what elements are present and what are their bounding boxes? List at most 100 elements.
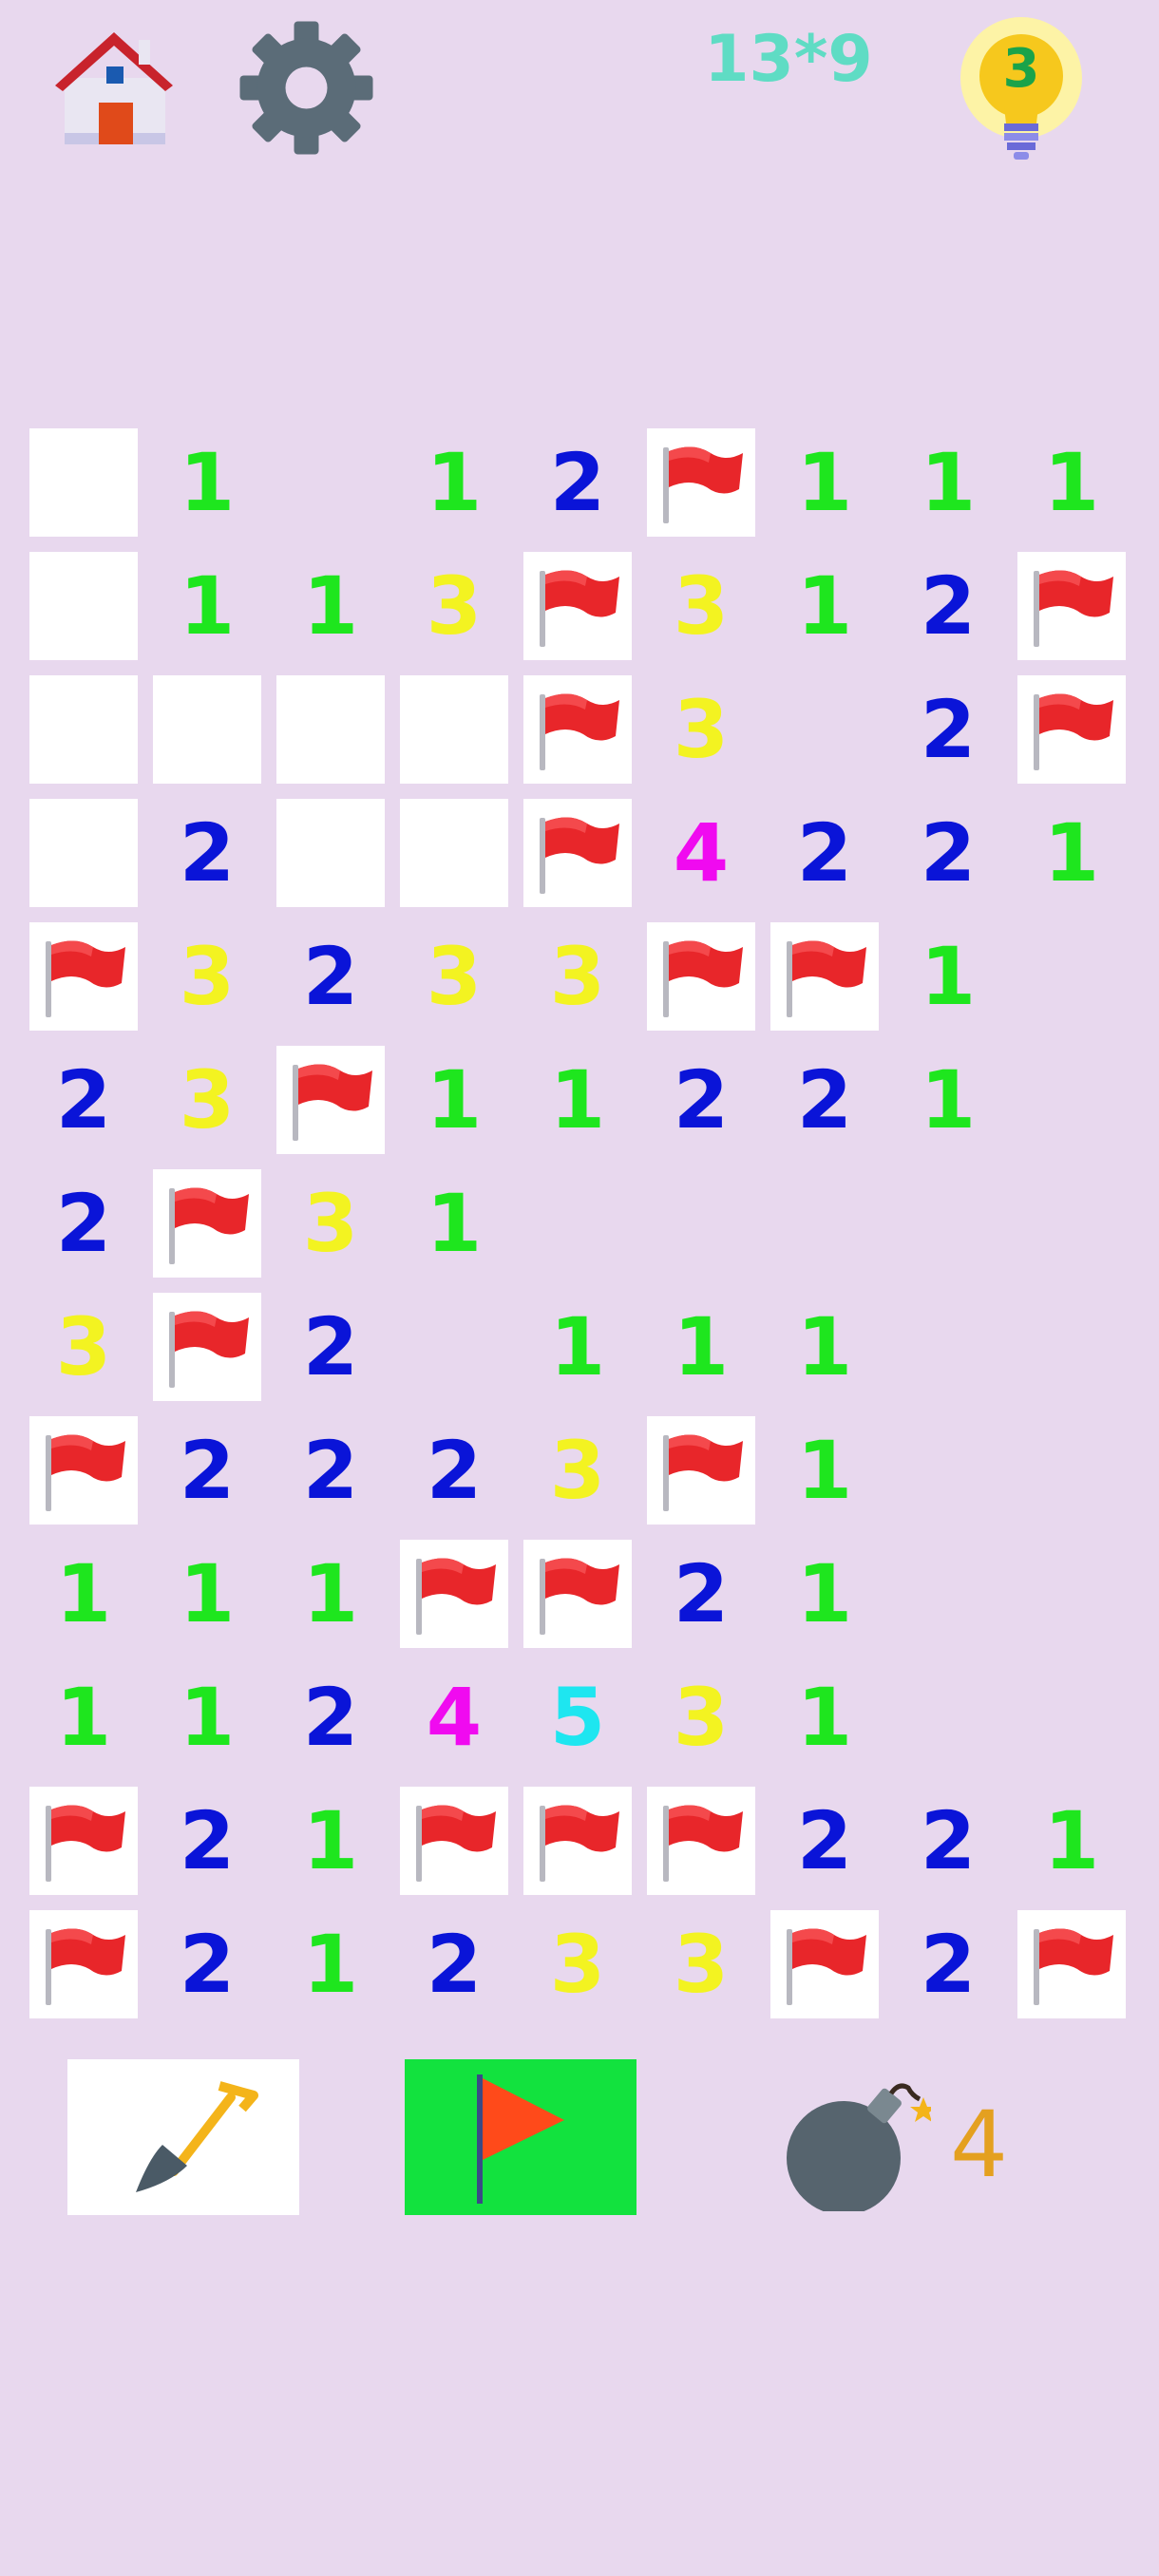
number-cell[interactable]: 3 — [647, 552, 755, 660]
empty-cell[interactable] — [1017, 1663, 1126, 1771]
number-cell[interactable]: 1 — [29, 1540, 138, 1648]
highlighted-cell[interactable] — [276, 799, 385, 907]
number-cell[interactable]: 4 — [647, 799, 755, 907]
empty-cell[interactable] — [1017, 1416, 1126, 1525]
number-cell[interactable]: 2 — [770, 1787, 879, 1895]
empty-cell[interactable] — [894, 1663, 1002, 1771]
number-cell[interactable]: 2 — [29, 1046, 138, 1154]
flagged-cell[interactable] — [29, 1910, 138, 2018]
empty-cell[interactable] — [523, 1169, 632, 1278]
number-cell[interactable]: 1 — [153, 1540, 261, 1648]
number-cell[interactable]: 3 — [153, 1046, 261, 1154]
number-cell[interactable]: 1 — [276, 1540, 385, 1648]
number-cell[interactable]: 1 — [894, 922, 1002, 1031]
number-cell[interactable]: 2 — [894, 675, 1002, 784]
number-cell[interactable]: 2 — [153, 1787, 261, 1895]
flagged-cell[interactable] — [400, 1540, 508, 1648]
number-cell[interactable]: 3 — [523, 1416, 632, 1525]
number-cell[interactable]: 1 — [1017, 428, 1126, 537]
empty-cell[interactable] — [400, 1293, 508, 1401]
number-cell[interactable]: 2 — [276, 1663, 385, 1771]
number-cell[interactable]: 1 — [770, 552, 879, 660]
empty-cell[interactable] — [894, 1416, 1002, 1525]
highlighted-cell[interactable] — [153, 675, 261, 784]
number-cell[interactable]: 2 — [894, 1910, 1002, 2018]
number-cell[interactable]: 1 — [276, 1787, 385, 1895]
empty-cell[interactable] — [1017, 1293, 1126, 1401]
number-cell[interactable]: 4 — [400, 1663, 508, 1771]
flagged-cell[interactable] — [647, 1416, 755, 1525]
number-cell[interactable]: 3 — [647, 1910, 755, 2018]
number-cell[interactable]: 3 — [523, 922, 632, 1031]
number-cell[interactable]: 2 — [523, 428, 632, 537]
number-cell[interactable]: 2 — [770, 799, 879, 907]
number-cell[interactable]: 2 — [647, 1046, 755, 1154]
number-cell[interactable]: 1 — [523, 1046, 632, 1154]
empty-cell[interactable] — [1017, 1540, 1126, 1648]
flagged-cell[interactable] — [29, 1416, 138, 1525]
flagged-cell[interactable] — [29, 922, 138, 1031]
empty-cell[interactable] — [894, 1293, 1002, 1401]
empty-cell[interactable] — [770, 1169, 879, 1278]
number-cell[interactable]: 2 — [29, 1169, 138, 1278]
home-button[interactable] — [48, 21, 180, 154]
number-cell[interactable]: 1 — [770, 1293, 879, 1401]
number-cell[interactable]: 2 — [647, 1540, 755, 1648]
number-cell[interactable]: 2 — [276, 1293, 385, 1401]
flagged-cell[interactable] — [647, 1787, 755, 1895]
number-cell[interactable]: 1 — [153, 1663, 261, 1771]
flagged-cell[interactable] — [523, 1540, 632, 1648]
number-cell[interactable]: 2 — [894, 799, 1002, 907]
highlighted-cell[interactable] — [276, 675, 385, 784]
flagged-cell[interactable] — [1017, 552, 1126, 660]
flagged-cell[interactable] — [770, 922, 879, 1031]
highlighted-cell[interactable] — [29, 552, 138, 660]
flagged-cell[interactable] — [1017, 1910, 1126, 2018]
flagged-cell[interactable] — [400, 1787, 508, 1895]
number-cell[interactable]: 2 — [276, 1416, 385, 1525]
highlighted-cell[interactable] — [29, 675, 138, 784]
empty-cell[interactable] — [770, 675, 879, 784]
flagged-cell[interactable] — [276, 1046, 385, 1154]
empty-cell[interactable] — [894, 1540, 1002, 1648]
number-cell[interactable]: 2 — [276, 922, 385, 1031]
number-cell[interactable]: 1 — [276, 1910, 385, 2018]
dig-mode-button[interactable] — [67, 2059, 299, 2215]
number-cell[interactable]: 2 — [153, 1910, 261, 2018]
number-cell[interactable]: 1 — [894, 428, 1002, 537]
number-cell[interactable]: 1 — [400, 428, 508, 537]
number-cell[interactable]: 2 — [770, 1046, 879, 1154]
highlighted-cell[interactable] — [29, 799, 138, 907]
number-cell[interactable]: 5 — [523, 1663, 632, 1771]
number-cell[interactable]: 3 — [523, 1910, 632, 2018]
flagged-cell[interactable] — [647, 428, 755, 537]
number-cell[interactable]: 1 — [1017, 799, 1126, 907]
number-cell[interactable]: 1 — [276, 552, 385, 660]
number-cell[interactable]: 3 — [647, 675, 755, 784]
empty-cell[interactable] — [1017, 1046, 1126, 1154]
number-cell[interactable]: 1 — [1017, 1787, 1126, 1895]
highlighted-cell[interactable] — [400, 799, 508, 907]
flagged-cell[interactable] — [523, 552, 632, 660]
flagged-cell[interactable] — [153, 1169, 261, 1278]
flagged-cell[interactable] — [523, 1787, 632, 1895]
highlighted-cell[interactable] — [29, 428, 138, 537]
number-cell[interactable]: 3 — [647, 1663, 755, 1771]
flagged-cell[interactable] — [1017, 675, 1126, 784]
empty-cell[interactable] — [647, 1169, 755, 1278]
flagged-cell[interactable] — [153, 1293, 261, 1401]
empty-cell[interactable] — [276, 428, 385, 537]
number-cell[interactable]: 1 — [770, 428, 879, 537]
number-cell[interactable]: 1 — [770, 1540, 879, 1648]
empty-cell[interactable] — [1017, 1169, 1126, 1278]
flagged-cell[interactable] — [770, 1910, 879, 2018]
number-cell[interactable]: 3 — [153, 922, 261, 1031]
number-cell[interactable]: 2 — [400, 1416, 508, 1525]
number-cell[interactable]: 3 — [29, 1293, 138, 1401]
highlighted-cell[interactable] — [400, 675, 508, 784]
flag-mode-button[interactable] — [405, 2059, 636, 2215]
settings-button[interactable] — [238, 19, 375, 157]
number-cell[interactable]: 1 — [894, 1046, 1002, 1154]
empty-cell[interactable] — [1017, 922, 1126, 1031]
number-cell[interactable]: 2 — [894, 552, 1002, 660]
